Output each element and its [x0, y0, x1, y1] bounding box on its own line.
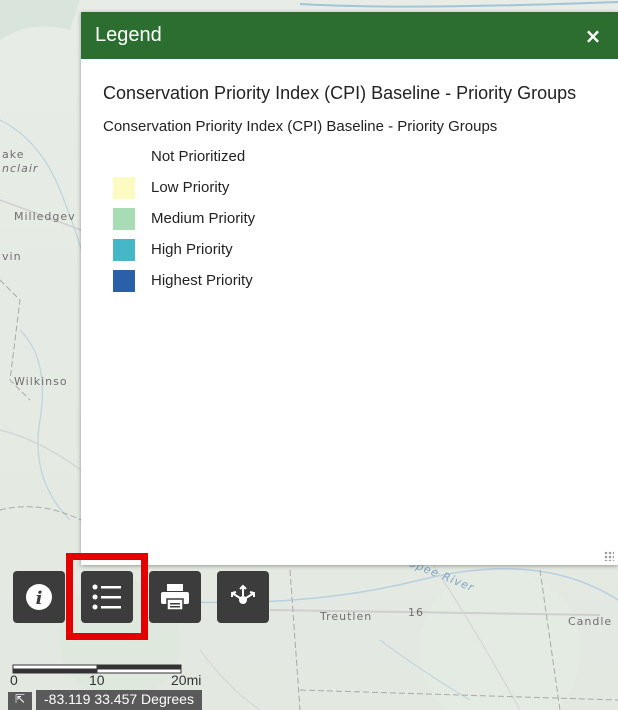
legend-item-medium-priority: Medium Priority: [103, 203, 596, 234]
legend-body: Conservation Priority Index (CPI) Baseli…: [81, 59, 618, 296]
legend-item-high-priority: High Priority: [103, 234, 596, 265]
map-label-vin: vin: [2, 250, 22, 263]
info-icon: i: [26, 584, 52, 610]
share-icon: [231, 584, 255, 604]
map-label-treutlen: Treutlen: [320, 610, 373, 623]
share-button[interactable]: [217, 571, 269, 623]
legend-swatch: [113, 238, 135, 261]
legend-header: Legend ×: [81, 12, 618, 59]
legend-item-label: Not Prioritized: [151, 148, 246, 165]
legend-swatch: [113, 145, 135, 168]
highlight-box: [66, 553, 148, 640]
legend-item-low-priority: Low Priority: [103, 172, 596, 203]
map-label-wilkinson: Wilkinso: [14, 375, 68, 388]
legend-swatch: [113, 207, 135, 230]
close-icon[interactable]: ×: [582, 24, 604, 48]
layer-subtitle: Conservation Priority Index (CPI) Baseli…: [103, 118, 498, 135]
legend-swatch: [113, 269, 135, 292]
scalebar-label-0: 0: [10, 672, 18, 688]
map-label-route: 16: [408, 606, 424, 619]
about-button[interactable]: i: [13, 571, 65, 623]
map-label-candler: Candle: [568, 615, 613, 628]
svg-text:i: i: [36, 588, 43, 609]
coordinates-readout: -83.119 33.457 Degrees: [36, 690, 202, 710]
legend-swatch: [113, 176, 135, 199]
map-label-milledgeville: Milledgev: [14, 210, 76, 223]
legend-title: Legend: [95, 24, 162, 46]
layer-title: Conservation Priority Index (CPI) Baseli…: [103, 83, 577, 103]
legend-item-not-prioritized: Not Prioritized: [103, 141, 596, 172]
legend-item-label: Medium Priority: [151, 210, 256, 227]
printer-icon: [161, 584, 189, 611]
legend-panel: Legend × Conservation Priority Index (CP…: [81, 12, 618, 565]
expand-icon[interactable]: ⇱: [8, 692, 32, 710]
legend-item-highest-priority: Highest Priority: [103, 265, 596, 296]
scalebar-label-10: 10: [89, 672, 105, 688]
legend-item-label: Low Priority: [151, 179, 230, 196]
legend-item-label: Highest Priority: [151, 272, 253, 289]
scalebar-label-20: 20mi: [171, 672, 202, 688]
print-button[interactable]: [149, 571, 201, 623]
legend-item-label: High Priority: [151, 241, 233, 258]
resize-handle[interactable]: [604, 551, 614, 561]
map-label-lake: ake: [2, 148, 25, 161]
legend-items: Not Prioritized Low Priority Medium Prio…: [103, 141, 596, 296]
map-label-sinclair: nclair: [2, 162, 39, 175]
